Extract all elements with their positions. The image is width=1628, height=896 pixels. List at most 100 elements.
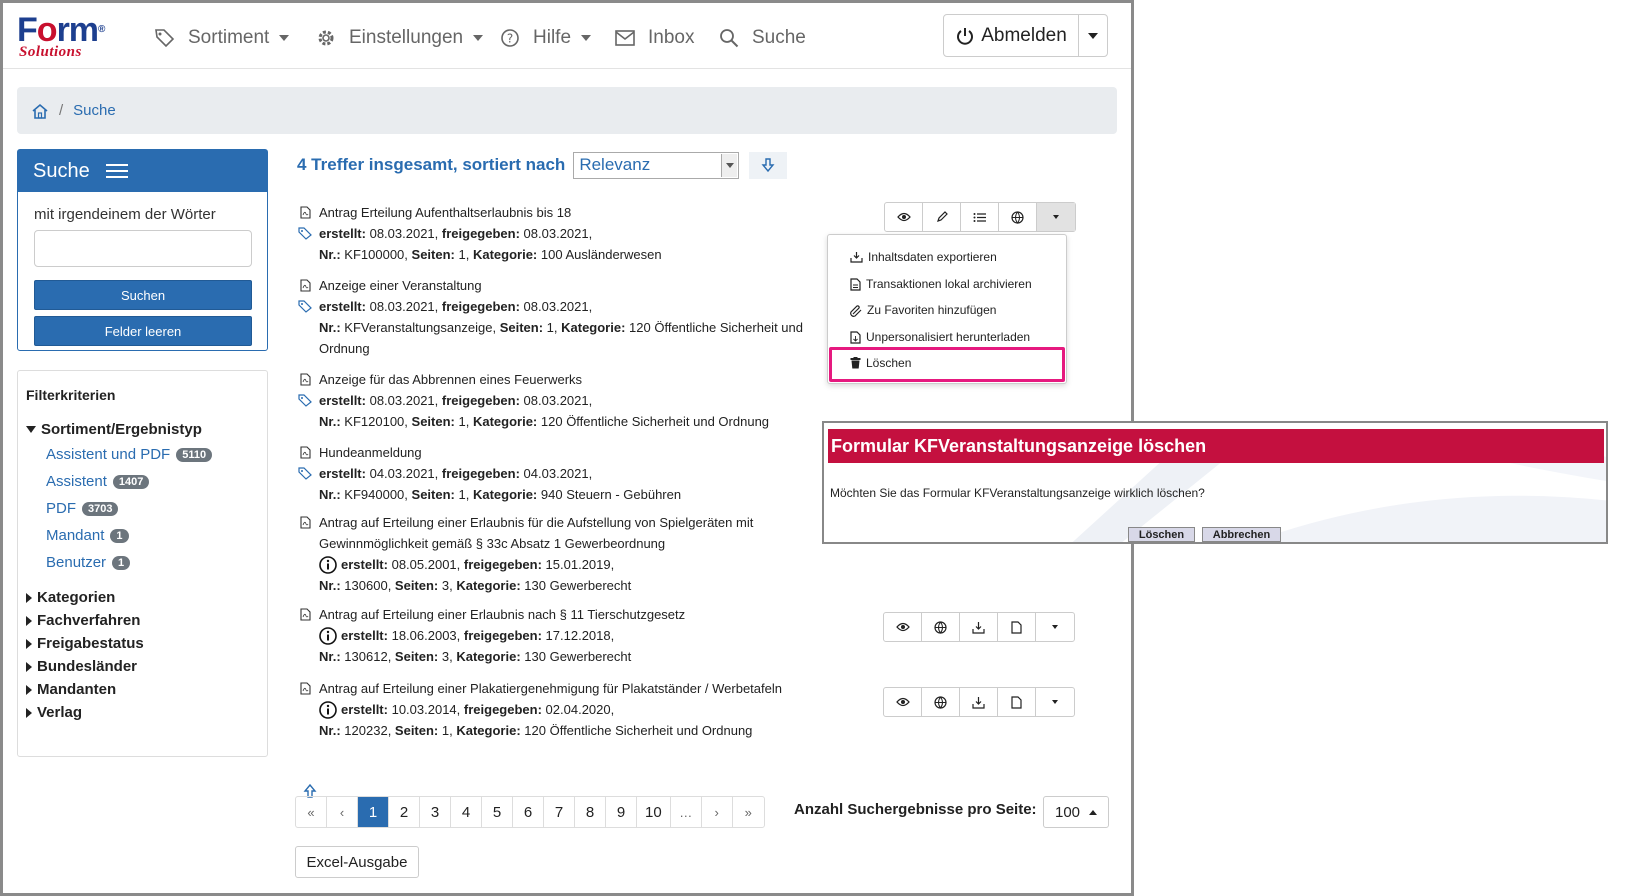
menu-item-add-favorite[interactable]: Zu Favoriten hinzufügen bbox=[850, 298, 996, 322]
more-actions-toggle[interactable] bbox=[1036, 613, 1074, 641]
delete-confirm-dialog: Formular KFVeranstaltungsanzeige löschen… bbox=[822, 421, 1608, 544]
view-button[interactable] bbox=[884, 613, 922, 641]
page-link-13[interactable]: › bbox=[702, 797, 733, 827]
page-link-10[interactable]: 9 bbox=[606, 797, 637, 827]
filter-group-label: Sortiment/Ergebnistyp bbox=[41, 420, 202, 438]
menu-item-export-data[interactable]: Inhaltsdaten exportieren bbox=[850, 245, 997, 269]
filter-option-4[interactable]: Benutzer 1 bbox=[26, 549, 259, 576]
tag-icon bbox=[298, 300, 312, 313]
result-title-link[interactable]: Antrag Erteilung Aufenthaltserlaubnis bi… bbox=[319, 202, 571, 223]
eye-icon bbox=[895, 622, 910, 632]
export-button[interactable] bbox=[960, 613, 998, 641]
filter-group-1[interactable]: Fachverfahren bbox=[26, 609, 259, 632]
document-icon bbox=[1011, 695, 1022, 709]
per-page-value: 100 bbox=[1055, 803, 1081, 821]
nav-hilfe[interactable]: ? Hilfe bbox=[499, 23, 592, 53]
count-badge: 1407 bbox=[112, 474, 150, 489]
filter-option-3[interactable]: Mandant 1 bbox=[26, 522, 259, 549]
nav-einstellungen[interactable]: Einstellungen bbox=[315, 23, 484, 53]
filter-option-1[interactable]: Assistent 1407 bbox=[26, 468, 259, 495]
filter-group-5[interactable]: Verlag bbox=[26, 701, 259, 724]
result-item: Antrag auf Erteilung einer Erlaubnis für… bbox=[297, 512, 817, 596]
result-toolbar-6 bbox=[883, 612, 1075, 642]
menu-item-label: Inhaltsdaten exportieren bbox=[868, 250, 997, 264]
nav-sortiment[interactable]: Sortiment bbox=[154, 23, 290, 53]
filter-group-3[interactable]: Bundesländer bbox=[26, 655, 259, 678]
result-title-link[interactable]: Antrag auf Erteilung einer Erlaubnis nac… bbox=[319, 604, 685, 625]
filter-group-2[interactable]: Freigabestatus bbox=[26, 632, 259, 655]
result-title-link[interactable]: Antrag auf Erteilung einer Plakatiergene… bbox=[319, 678, 782, 699]
result-title-link[interactable]: Antrag auf Erteilung einer Erlaubnis für… bbox=[319, 512, 753, 533]
archive-button[interactable] bbox=[998, 688, 1036, 716]
breadcrumb-current[interactable]: Suche bbox=[73, 102, 116, 119]
chevron-down-icon bbox=[1052, 700, 1058, 704]
menu-item-download-unpersonalized[interactable]: Unpersonalisiert herunterladen bbox=[850, 325, 1030, 349]
more-actions-toggle[interactable] bbox=[1036, 688, 1074, 716]
page-link-5[interactable]: 4 bbox=[451, 797, 482, 827]
export-button[interactable] bbox=[960, 688, 998, 716]
page-link-6[interactable]: 5 bbox=[482, 797, 513, 827]
page-link-2[interactable]: 1 bbox=[358, 797, 389, 827]
sort-select[interactable]: Relevanz bbox=[573, 151, 740, 179]
result-meta: Nr.: KF940000, Seiten: 1, Kategorie: 940… bbox=[319, 487, 682, 502]
nav-suche[interactable]: Suche bbox=[718, 23, 806, 53]
filter-group-0[interactable]: Kategorien bbox=[26, 586, 259, 609]
hamburger-menu-icon[interactable] bbox=[105, 160, 128, 182]
page-link-7[interactable]: 6 bbox=[513, 797, 544, 827]
logout-dropdown-toggle[interactable] bbox=[1079, 15, 1107, 56]
navbar: Form® Solutions Sortiment Einstellungen … bbox=[3, 3, 1131, 69]
edit-button[interactable] bbox=[923, 203, 961, 231]
nav-einstellungen-label: Einstellungen bbox=[349, 27, 464, 48]
page-link-1[interactable]: ‹ bbox=[327, 797, 358, 827]
web-button[interactable] bbox=[922, 613, 960, 641]
logout-button[interactable]: Abmelden bbox=[944, 15, 1079, 56]
cancel-button[interactable]: Abbrechen bbox=[1202, 527, 1281, 542]
web-button[interactable] bbox=[999, 203, 1037, 231]
sort-direction-button[interactable] bbox=[749, 151, 788, 179]
result-title-link[interactable]: Hundeanmeldung bbox=[319, 442, 422, 463]
results-count-text: 4 Treffer insgesamt, sortiert nach bbox=[297, 155, 566, 174]
menu-item-archive-transactions[interactable]: Transaktionen lokal archivieren bbox=[850, 272, 1032, 296]
per-page-select[interactable]: 100 bbox=[1043, 796, 1109, 828]
nav-sortiment-label: Sortiment bbox=[188, 27, 270, 48]
more-actions-toggle[interactable] bbox=[1037, 203, 1075, 231]
document-download-icon bbox=[850, 330, 861, 344]
filter-group-4[interactable]: Mandanten bbox=[26, 678, 259, 701]
page-link-3[interactable]: 2 bbox=[389, 797, 420, 827]
web-button[interactable] bbox=[922, 688, 960, 716]
filter-option-2[interactable]: PDF 3703 bbox=[26, 495, 259, 522]
page-link-14[interactable]: » bbox=[733, 797, 764, 827]
chevron-down-icon bbox=[1088, 32, 1098, 39]
nav-hilfe-label: Hilfe bbox=[533, 27, 572, 48]
excel-export-button[interactable]: Excel-Ausgabe bbox=[295, 846, 419, 878]
tray-arrow-icon bbox=[850, 252, 863, 263]
result-title-link[interactable]: Anzeige einer Veranstaltung bbox=[319, 275, 482, 296]
list-button[interactable] bbox=[961, 203, 999, 231]
result-title-link[interactable]: Anzeige für das Abbrennen eines Feuerwer… bbox=[319, 369, 582, 390]
page-link-8[interactable]: 7 bbox=[544, 797, 575, 827]
search-input[interactable] bbox=[34, 230, 252, 267]
filter-group-label: Verlag bbox=[37, 704, 83, 721]
page-link-11[interactable]: 10 bbox=[637, 797, 671, 827]
form-solutions-logo[interactable]: Form® Solutions bbox=[17, 13, 127, 63]
caret-right-icon bbox=[26, 615, 32, 626]
home-icon[interactable] bbox=[31, 103, 49, 119]
power-icon bbox=[957, 27, 974, 45]
view-button[interactable] bbox=[884, 688, 922, 716]
filter-group-sortiment[interactable]: Sortiment/Ergebnistyp bbox=[26, 417, 259, 441]
chevron-down-icon bbox=[279, 35, 290, 41]
page-link-4[interactable]: 3 bbox=[420, 797, 451, 827]
page-link-0[interactable]: « bbox=[296, 797, 327, 827]
chevron-down-icon bbox=[1053, 215, 1059, 219]
filter-option-0[interactable]: Assistent und PDF 5110 bbox=[26, 441, 259, 468]
view-button[interactable] bbox=[885, 203, 923, 231]
filter-panel-title: Filterkriterien bbox=[26, 387, 116, 403]
result-meta: Nr.: KF100000, Seiten: 1, Kategorie: 100… bbox=[319, 247, 662, 262]
search-button[interactable]: Suchen bbox=[34, 280, 252, 310]
nav-inbox[interactable]: Inbox bbox=[614, 23, 694, 53]
archive-button[interactable] bbox=[998, 613, 1036, 641]
clear-fields-button[interactable]: Felder leeren bbox=[34, 316, 252, 346]
page-link-9[interactable]: 8 bbox=[575, 797, 606, 827]
confirm-delete-button[interactable]: Löschen bbox=[1128, 527, 1195, 542]
menu-item-label: Transaktionen lokal archivieren bbox=[866, 277, 1032, 291]
